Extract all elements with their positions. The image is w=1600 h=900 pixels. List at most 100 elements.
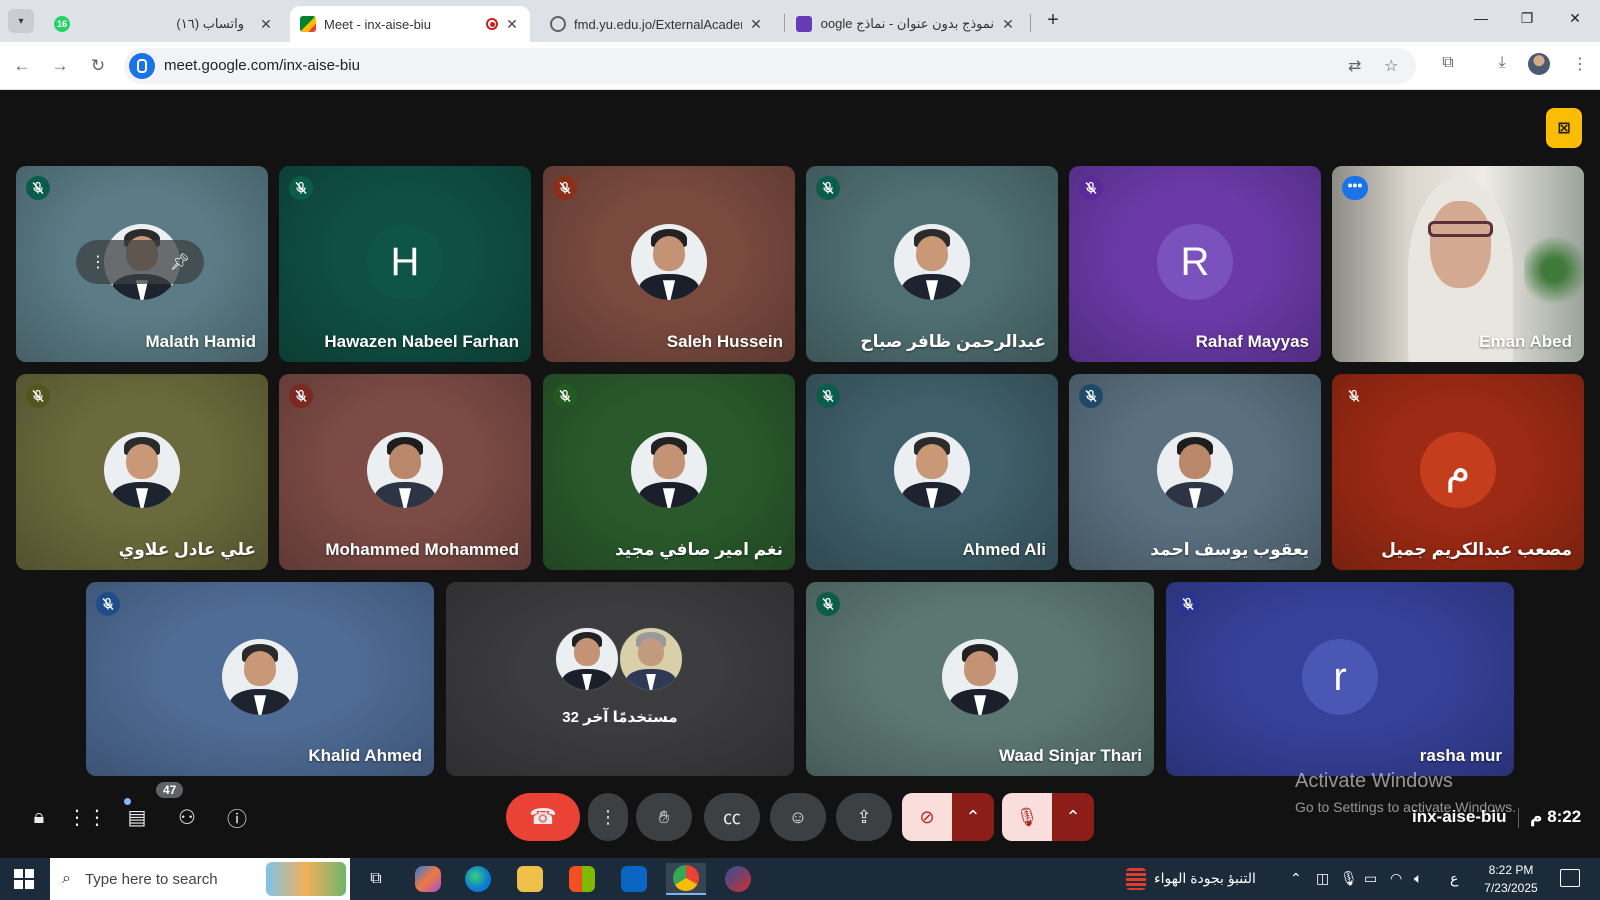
chrome-icon[interactable] bbox=[666, 863, 706, 895]
participant-tile[interactable]: Mohammed Mohammed bbox=[279, 374, 531, 570]
tab-search-icon[interactable]: ▾ bbox=[8, 9, 34, 33]
globe-icon bbox=[550, 16, 566, 32]
participant-initial-avatar: R bbox=[1157, 224, 1233, 300]
participant-tile[interactable]: ••• Eman Abed bbox=[1332, 166, 1584, 362]
reload-icon[interactable]: ↻ bbox=[86, 54, 110, 78]
captions-button[interactable]: ㏄ bbox=[704, 793, 760, 841]
pin-icon[interactable]: 📌︎ bbox=[170, 252, 190, 272]
close-tab-icon[interactable]: ✕ bbox=[258, 16, 274, 33]
search-placeholder: Type here to search bbox=[84, 870, 218, 888]
reactions-button[interactable]: ☺ bbox=[770, 793, 826, 841]
notifications-icon[interactable] bbox=[1560, 869, 1580, 887]
microphone-permission-icon[interactable] bbox=[129, 53, 155, 79]
participant-tile[interactable]: Saleh Hussein bbox=[543, 166, 795, 362]
camera-toggle-button[interactable]: ⊘ bbox=[902, 793, 952, 841]
participant-tile[interactable]: Malath Hamid ⋮ 📌︎ bbox=[16, 166, 268, 362]
tab-google-forms[interactable]: نموذج بدون عنوان - نماذج Google ✕ bbox=[786, 6, 1026, 42]
back-icon[interactable]: ← bbox=[10, 54, 34, 78]
participant-photo-avatar bbox=[631, 224, 707, 300]
activities-icon[interactable]: ⋮⋮ bbox=[67, 800, 107, 834]
microphone-tray-icon[interactable]: 🎙︎ bbox=[1340, 870, 1358, 887]
new-tab-button[interactable]: + bbox=[1040, 9, 1066, 33]
microphone-toggle-button[interactable]: 🎙︎ bbox=[1002, 793, 1052, 841]
participant-tile[interactable]: نغم امير صافي مجيد bbox=[543, 374, 795, 570]
translate-icon[interactable]: ⇄ bbox=[1348, 56, 1361, 76]
more-options-icon[interactable]: ⋮ bbox=[90, 252, 106, 272]
taskbar-search-box[interactable]: ⌕ Type here to search bbox=[50, 858, 350, 900]
no-camera-icon: ⊠ bbox=[1557, 120, 1571, 137]
forward-icon[interactable]: → bbox=[48, 54, 72, 78]
participant-name: نغم امير صافي مجيد bbox=[614, 540, 783, 559]
battery-icon[interactable]: ▭ bbox=[1364, 870, 1377, 887]
wifi-icon[interactable]: ◠ bbox=[1390, 870, 1402, 887]
participant-tile[interactable]: Ahmed Ali bbox=[806, 374, 1058, 570]
download-icon[interactable]: ⤓ bbox=[1490, 54, 1514, 72]
microphone-options-button[interactable]: ⌃ bbox=[1052, 793, 1094, 841]
taskbar-clock[interactable]: 8:22 PM 7/23/2025 bbox=[1478, 861, 1544, 897]
tile-hover-controls[interactable]: ⋮ 📌︎ bbox=[76, 240, 204, 284]
browser-menu-icon[interactable]: ⋮ bbox=[1568, 54, 1592, 74]
participant-name: يعقوب يوسف احمد bbox=[1150, 540, 1309, 559]
face bbox=[916, 236, 948, 272]
participant-photo-avatar bbox=[104, 432, 180, 508]
participant-tile[interactable]: R Rahaf Mayyas bbox=[1069, 166, 1321, 362]
participant-tile[interactable]: عبدالرحمن ظافر صباح bbox=[806, 166, 1058, 362]
microsoft-store-icon[interactable] bbox=[562, 863, 602, 895]
window-close-icon[interactable]: ✕ bbox=[1560, 10, 1590, 27]
recording-icon bbox=[486, 18, 498, 30]
meeting-info-icon[interactable]: ⓘ bbox=[220, 800, 254, 834]
leave-call-button[interactable]: ☎ bbox=[506, 793, 580, 841]
participant-photo-avatar bbox=[942, 639, 1018, 715]
address-bar[interactable]: meet.google.com/inx-aise-biu ⇄ ☆ bbox=[124, 48, 1416, 84]
close-tab-icon[interactable]: ✕ bbox=[748, 16, 764, 33]
tab-whatsapp[interactable]: 16 (١٦) واتساب ✕ bbox=[44, 6, 284, 42]
close-tab-icon[interactable]: ✕ bbox=[1000, 16, 1016, 33]
participant-tile[interactable]: م مصعب عبدالكريم جميل bbox=[1332, 374, 1584, 570]
participant-name: Mohammed Mohammed bbox=[325, 540, 519, 559]
google-meet-icon bbox=[300, 16, 316, 32]
mic-off-icon bbox=[816, 384, 840, 408]
tab-meet[interactable]: Meet - inx-aise-biu ✕ bbox=[290, 6, 530, 42]
browser-toolbar: ← → ↻ meet.google.com/inx-aise-biu ⇄ ☆ ⧉… bbox=[0, 42, 1600, 90]
face bbox=[573, 637, 601, 667]
tab-fmd[interactable]: fmd.yu.edu.jo/ExternalAcademi ✕ bbox=[540, 6, 774, 42]
participant-tile[interactable]: يعقوب يوسف احمد bbox=[1069, 374, 1321, 570]
participant-tile[interactable]: Waad Sinjar Thari bbox=[806, 582, 1154, 776]
present-screen-button[interactable]: ⇪ bbox=[836, 793, 892, 841]
participant-tile[interactable]: r rasha mur bbox=[1166, 582, 1514, 776]
bookmark-star-icon[interactable]: ☆ bbox=[1384, 56, 1398, 76]
activate-subtitle: Go to Settings to activate Windows. bbox=[1295, 799, 1516, 815]
close-tab-icon[interactable]: ✕ bbox=[504, 16, 520, 33]
camera-options-button[interactable]: ⌃ bbox=[952, 793, 994, 841]
participant-tile[interactable]: Khalid Ahmed bbox=[86, 582, 434, 776]
raise-hand-button[interactable]: ✋︎ bbox=[636, 793, 692, 841]
minimize-icon[interactable]: — bbox=[1466, 10, 1496, 26]
participant-tile[interactable]: علي عادل علاوي bbox=[16, 374, 268, 570]
copilot-icon[interactable] bbox=[408, 863, 448, 895]
outlook-icon[interactable] bbox=[614, 863, 654, 895]
more-options-button[interactable]: ⋮ bbox=[588, 793, 628, 841]
volume-icon[interactable]: 🔈︎ bbox=[1414, 870, 1422, 887]
task-view-icon[interactable]: ⧉ bbox=[356, 863, 396, 895]
search-highlight-image bbox=[266, 862, 346, 896]
host-controls-icon[interactable]: 🔒︎ bbox=[22, 800, 56, 834]
meet-tray-icon[interactable]: ◫ bbox=[1316, 870, 1329, 887]
extensions-icon[interactable]: ⧉ bbox=[1436, 54, 1460, 72]
participant-tile[interactable]: H Hawazen Nabeel Farhan bbox=[279, 166, 531, 362]
file-explorer-icon[interactable] bbox=[510, 863, 550, 895]
camera-off-notice-button[interactable]: ⊠ bbox=[1546, 108, 1582, 148]
other-participants-tile[interactable]: 32 مستخدمًا آخر bbox=[446, 582, 794, 776]
weather-text[interactable]: التنبؤ بجودة الهواء bbox=[1154, 870, 1256, 887]
people-icon[interactable]: ⚇ bbox=[170, 800, 204, 834]
show-hidden-icons[interactable]: ⌃ bbox=[1290, 870, 1302, 887]
url-text[interactable]: meet.google.com/inx-aise-biu bbox=[164, 57, 360, 74]
windows-start-icon[interactable] bbox=[14, 869, 34, 889]
restore-icon[interactable]: ❐ bbox=[1512, 10, 1542, 27]
plant bbox=[1523, 220, 1584, 319]
input-language-indicator[interactable]: ع bbox=[1450, 870, 1458, 887]
participant-name: Eman Abed bbox=[1479, 332, 1572, 351]
chat-icon[interactable]: ▤ bbox=[120, 800, 154, 834]
edge-icon[interactable] bbox=[458, 863, 498, 895]
profile-avatar[interactable] bbox=[1528, 53, 1550, 75]
app-icon[interactable] bbox=[718, 863, 758, 895]
